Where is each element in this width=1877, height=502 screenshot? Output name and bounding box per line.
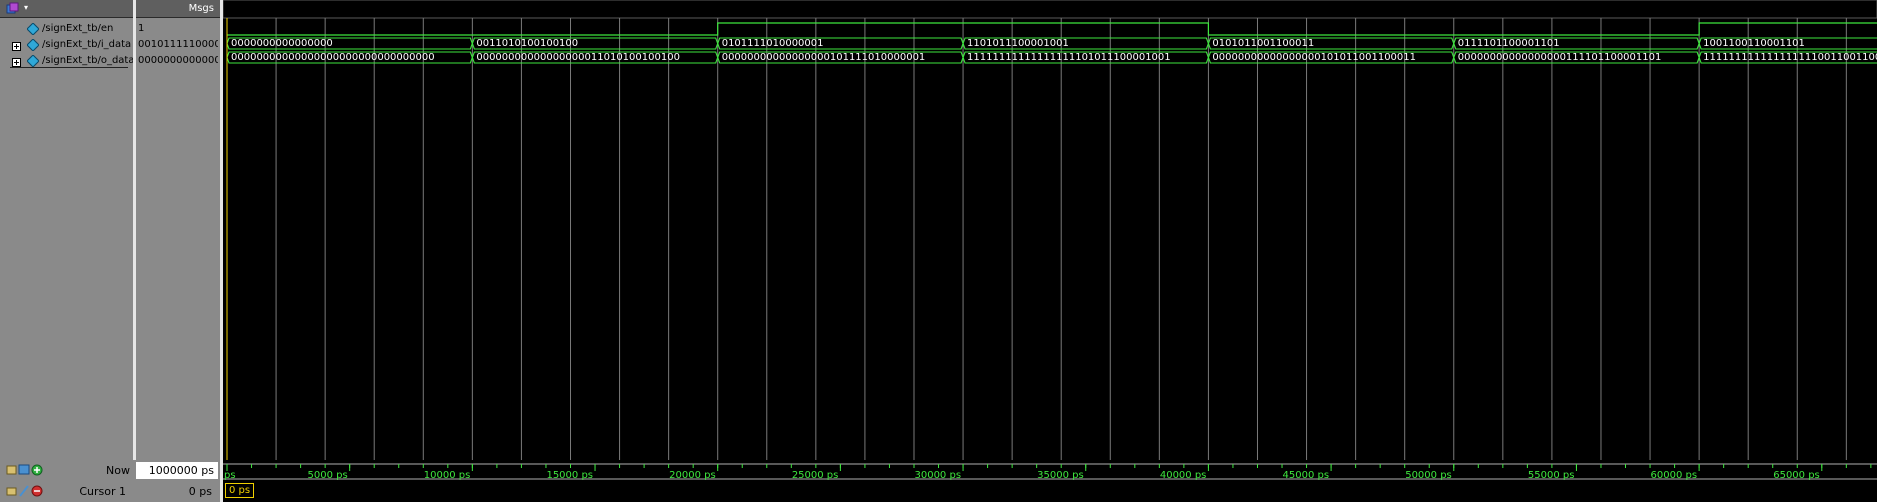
now-row: Now 1000000 ps (0, 460, 220, 481)
row-underline (10, 67, 128, 68)
waveform-canvas[interactable]: 0000000000000000 0011010100100100 01011110… (223, 0, 1877, 460)
i-data-value-label: 0101011001100011 (1212, 38, 1314, 49)
now-label: Now (106, 464, 130, 477)
en-wave (227, 22, 1877, 36)
o-data-value-label: 00000000000000000111101100001101 (1458, 52, 1662, 63)
signal-diamond-icon (26, 38, 40, 52)
signal-row-i-data[interactable]: /signExt_tb/i_data (0, 36, 133, 53)
ruler-tick-label: 60000 ps (1651, 470, 1698, 481)
signal-row-o-data[interactable]: /signExt_tb/o_data (0, 52, 133, 69)
o-data-value-label: 00000000000000000000000000000000 (231, 52, 435, 63)
cursor-toolbar-icons[interactable] (6, 484, 46, 498)
ruler-tick-label: 10000 ps (424, 470, 471, 481)
expand-plus-icon[interactable] (12, 56, 21, 67)
chevron-down-icon[interactable]: ▾ (24, 4, 32, 12)
ruler-tick-label: 25000 ps (792, 470, 839, 481)
signal-diamond-icon (26, 54, 40, 68)
cursor-value: 0 ps (188, 485, 212, 498)
ruler-tick-label: 50000 ps (1405, 470, 1452, 481)
wave-header-strip (223, 0, 1877, 19)
i-data-value-label: 1101011100001001 (967, 38, 1069, 49)
ruler-tick-label: 15000 ps (546, 470, 593, 481)
ruler-tick-label: 35000 ps (1037, 470, 1084, 481)
value-pane-header: Msgs (136, 0, 220, 18)
signal-value: 1 (138, 23, 145, 34)
i-data-value-label: 0111101100001101 (1458, 38, 1560, 49)
signal-diamond-icon (26, 22, 40, 36)
signal-name: /signExt_tb/en (42, 23, 114, 34)
signal-row-en[interactable]: /signExt_tb/en (0, 20, 133, 37)
o-data-value-label: 00000000000000000101111010000001 (722, 52, 926, 63)
ruler-tick-label: 5000 ps (307, 470, 347, 481)
signal-value: 0010111110000101 (138, 39, 218, 50)
msgs-header-label: Msgs (188, 3, 214, 14)
cursor-time-marker[interactable]: 0 ps (225, 483, 255, 498)
timeline-ruler[interactable]: ps 5000 ps 10000 ps 15000 ps 20000 ps 25000 p… (223, 460, 1877, 502)
timeline-canvas[interactable]: ps 5000 ps 10000 ps 15000 ps 20000 ps 25000 p… (223, 460, 1877, 502)
signal-name: /signExt_tb/i_data (42, 39, 132, 50)
o-data-value-label: 11111111111111111101011100001001 (967, 52, 1171, 63)
cursor-label: Cursor 1 (79, 485, 126, 498)
i-data-value-label: 0101111010000001 (722, 38, 824, 49)
expand-plus-icon[interactable] (12, 40, 21, 51)
signal-value: 00000000000000... (138, 55, 218, 66)
ruler-tick-label: 45000 ps (1283, 470, 1330, 481)
wave-toolbar-icon[interactable] (6, 2, 20, 15)
name-pane-header: ▾ (0, 0, 133, 18)
o-data-value-label: 1111111111111111110011001100... (1703, 52, 1877, 63)
ruler-tick-label: 30000 ps (914, 470, 961, 481)
ruler-tick-label: 65000 ps (1773, 470, 1820, 481)
ruler-tick-label: 40000 ps (1160, 470, 1207, 481)
now-value: 1000000 ps (136, 462, 218, 479)
now-toolbar-icons[interactable] (6, 463, 46, 477)
ruler-tick-label: ps (224, 470, 236, 481)
o-data-value-label: 00000000000000000101011001100011 (1212, 52, 1416, 63)
i-data-value-label: 1001100110001101 (1703, 38, 1805, 49)
ruler-tick-label: 20000 ps (669, 470, 716, 481)
signal-name-pane: ▾ /signExt_tb/en /signExt_tb/i_data /sig… (0, 0, 133, 460)
i-data-value-label: 0011010100100100 (476, 38, 578, 49)
o-data-value-label: 00000000000000000011010100100100 (476, 52, 680, 63)
ruler-tick-label: 55000 ps (1528, 470, 1575, 481)
i-data-value-label: 0000000000000000 (231, 38, 333, 49)
signal-value-pane: Msgs 1 0010111110000101 00000000000000..… (136, 0, 220, 460)
cursor-row: Cursor 1 0 ps (0, 481, 220, 502)
waveform-pane[interactable]: 0000000000000000 0011010100100100 01011110… (223, 0, 1877, 460)
